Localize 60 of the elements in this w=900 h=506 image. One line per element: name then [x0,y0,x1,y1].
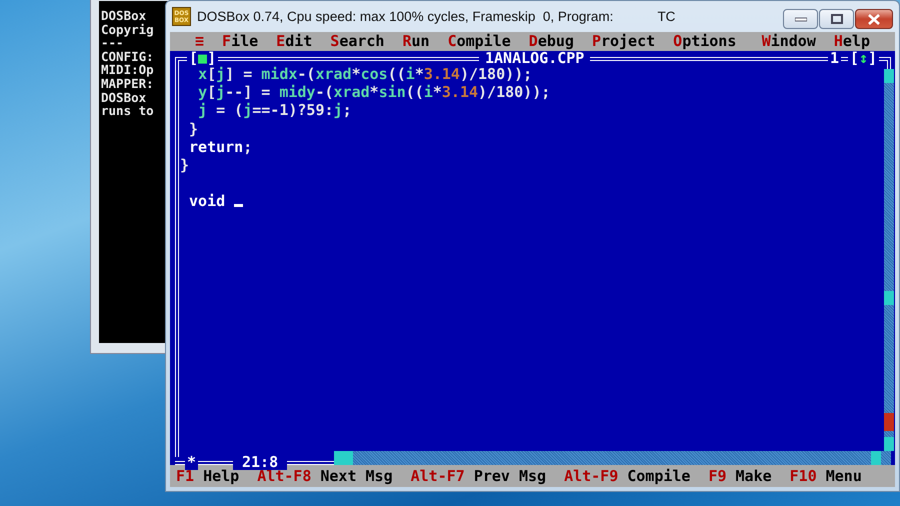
maximize-icon [830,14,842,24]
shortcut-label: Menu [826,467,862,485]
console-text: Copyrig [100,22,155,36]
program-name: TC [657,9,676,24]
menu-item[interactable]: Help [824,32,879,51]
maximize-button[interactable] [819,9,854,29]
console-text: runs to [100,104,155,118]
code-line: } [188,120,198,138]
close-button[interactable] [855,9,893,29]
shortcut-key: F9 [708,467,727,485]
scroll-right-icon[interactable] [871,451,881,465]
shortcut-key: Alt-F9 [564,467,618,485]
scroll-up-icon[interactable] [884,69,894,83]
shortcut-label: Compile [627,467,690,485]
menu-item[interactable]: Edit [267,32,322,51]
menu-item[interactable]: Run [393,32,439,51]
shortcut-key: Alt-F8 [257,467,312,485]
code-line: } [180,156,190,174]
close-icon [867,14,881,24]
window-close-box[interactable]: [■] [187,51,218,66]
console-text: --- [100,36,124,50]
shortcut-label: Make [736,467,772,485]
console-text: MIDI:Op [100,63,155,77]
menu-item[interactable]: Compile [438,32,520,51]
shortcut-key: F1 [176,467,194,485]
window-number: 1 [828,51,841,66]
shortcut-label: Help [203,467,240,485]
scroll-left-icon[interactable] [334,451,344,465]
code-line: y[j--] = midy-(xrad*sin((i*3.14)/180)); [197,83,550,102]
menu-item[interactable]: Window [752,32,825,51]
cursor-position: 21:8 [233,455,288,470]
code-line: void [180,174,244,211]
menu-item[interactable]: Debug [520,32,583,51]
scroll-down-icon[interactable] [884,437,894,451]
window-title: DOSBox 0.74, Cpu speed: max 100% cycles, Frameskip 0, Program: [197,9,614,24]
shortcut-key: F10 [790,467,817,485]
menu-item[interactable]: Search [321,32,394,51]
menu-item[interactable]: Options [664,32,746,51]
shortcut-label: Next Msg [320,467,393,485]
console-text: DOSBox [100,9,148,23]
minimize-button[interactable] [783,9,818,29]
horizontal-scrollbar[interactable] [334,451,891,465]
console-text: DOSBox [100,90,148,104]
scrollbar-marker [884,413,894,431]
file-title: 1ANALOG.CPP [479,51,590,66]
shortcut-key: Alt-F7 [410,467,465,485]
console-text: CONFIG: [100,50,155,64]
code-line: x[j] = midx-(xrad*cos((i*3.14)/180)); [197,65,532,84]
code-line: j = (j==-1)?59:j; [197,101,352,120]
shortcut-label: Prev Msg [474,467,546,485]
window-zoom-box[interactable]: [↕] [848,51,879,66]
vertical-scrollbar[interactable] [884,69,894,451]
code-line: return; [188,138,252,156]
console-text: MAPPER: [100,76,155,91]
minimize-icon [794,16,806,22]
modified-mark: * [185,455,198,470]
menu-item[interactable]: Project [582,32,664,51]
scroll-thumb[interactable] [884,291,894,305]
menu-item[interactable]: File [213,32,268,51]
scroll-thumb[interactable] [344,451,353,465]
